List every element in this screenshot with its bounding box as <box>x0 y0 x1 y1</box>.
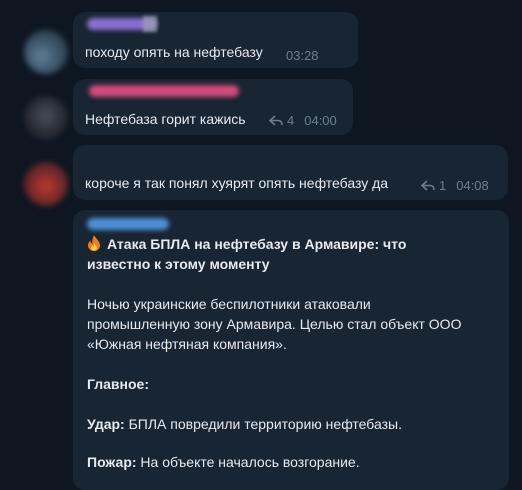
post-strike: Удар: БПЛА повредили территорию нефтебаз… <box>87 414 467 434</box>
fire-text: На объекте началось возгорание. <box>136 454 360 470</box>
post-fire: Пожар: На объекте началось возгорание. <box>87 452 467 472</box>
post-intro: Ночью украинские беспилотники атаковали … <box>87 296 462 352</box>
message-meta: 1 04:08 <box>421 178 489 193</box>
reply-icon[interactable] <box>421 179 435 192</box>
message-time: 04:00 <box>304 113 337 128</box>
message-text: короче я так понял хуярят опять нефтебаз… <box>85 175 389 191</box>
message-meta: 03:28 <box>286 48 319 63</box>
post-title: Атака БПЛА на нефтебазу в Армавире: что … <box>87 234 467 274</box>
post-bubble[interactable]: Атака БПЛА на нефтебазу в Армавире: что … <box>73 210 509 490</box>
avatar[interactable] <box>24 30 68 74</box>
post-title-text: Атака БПЛА на нефтебазу в Армавире: что … <box>87 236 407 272</box>
message-text: походу опять на нефтебазу <box>85 44 263 60</box>
message-bubble[interactable]: походу опять на нефтебазу 03:28 <box>73 12 358 68</box>
avatar[interactable] <box>24 162 68 206</box>
sender-name-blurred[interactable] <box>87 218 169 230</box>
post-content: Атака БПЛА на нефтебазу в Армавире: что … <box>87 234 467 472</box>
message-bubble[interactable]: Нефтебаза горит кажись 4 04:00 <box>73 79 353 135</box>
sender-badge <box>143 16 157 32</box>
sender-name-blurred[interactable] <box>89 85 239 97</box>
reply-count[interactable]: 1 <box>439 178 446 193</box>
message-meta: 4 04:00 <box>269 113 337 128</box>
strike-text: БПЛА повредили территорию нефтебазы. <box>124 416 402 432</box>
reply-count[interactable]: 4 <box>287 113 294 128</box>
strike-label: Удар: <box>87 416 125 432</box>
fire-label: Пожар: <box>87 454 137 470</box>
message-time: 04:08 <box>456 178 489 193</box>
message-text: Нефтебаза горит кажись <box>85 111 246 127</box>
message-time: 03:28 <box>286 48 319 63</box>
post-main-label: Главное: <box>87 376 149 392</box>
avatar[interactable] <box>24 96 68 140</box>
fire-icon <box>87 235 101 251</box>
message-bubble[interactable]: короче я так понял хуярят опять нефтебаз… <box>73 145 508 200</box>
reply-icon[interactable] <box>269 114 283 127</box>
